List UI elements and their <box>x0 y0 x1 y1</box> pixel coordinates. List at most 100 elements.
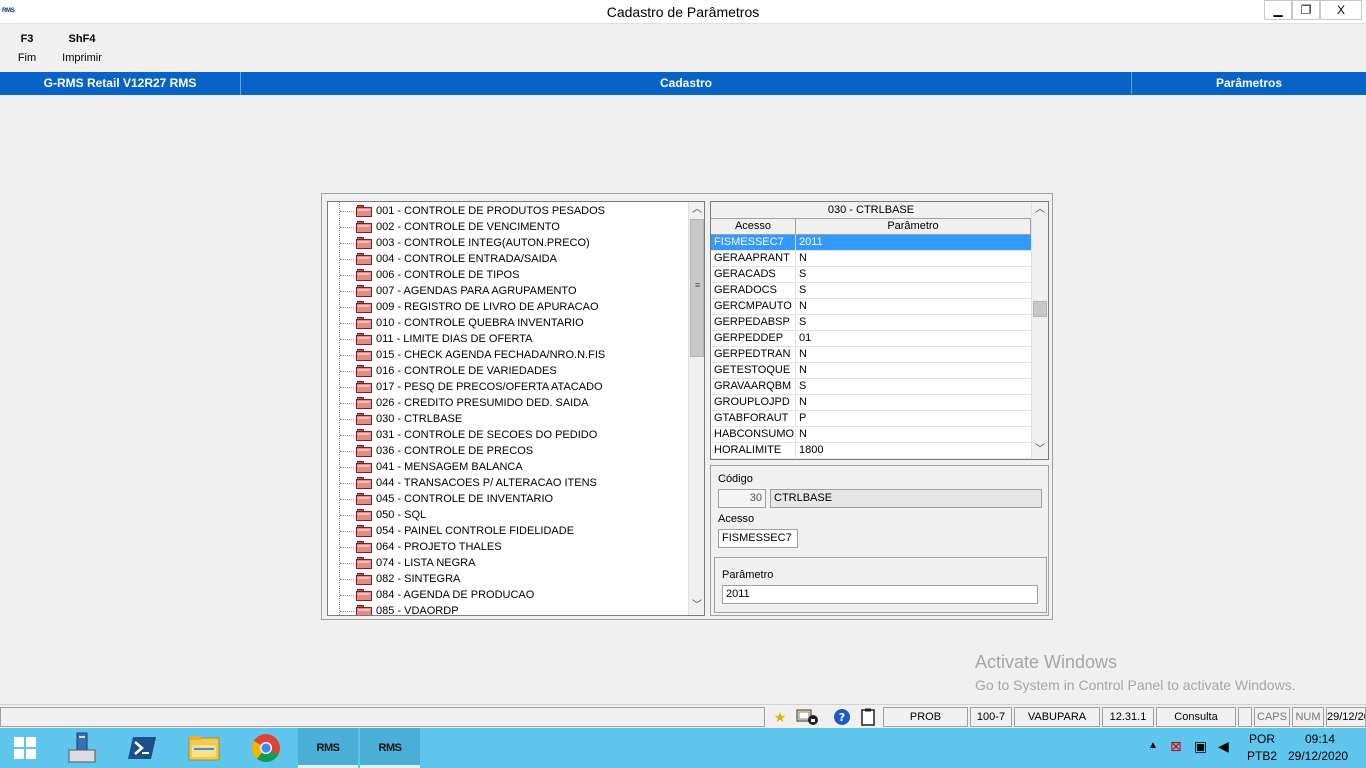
grid-scroll-thumb[interactable] <box>1033 301 1047 317</box>
tree-item[interactable]: 084 - AGENDA DE PRODUCAO <box>328 587 688 603</box>
tree-item-label: 007 - AGENDAS PARA AGRUPAMENTO <box>376 285 577 297</box>
tree-item[interactable]: 082 - SINTEGRA <box>328 571 688 587</box>
tree-item[interactable]: 003 - CONTROLE INTEG(AUTON.PRECO) <box>328 235 688 251</box>
table-row[interactable]: HABCONSUMO N <box>711 427 1031 443</box>
tree-item[interactable]: 050 - SQL <box>328 507 688 523</box>
activation-watermark-text: Go to System in Control Panel to activat… <box>975 677 1296 693</box>
folder-icon <box>356 589 372 601</box>
grid-scrollbar[interactable]: ︿ ﹀ <box>1031 202 1048 459</box>
window-title: Cadastro de Parâmetros <box>606 4 760 20</box>
tree-item[interactable]: 064 - PROJETO THALES <box>328 539 688 555</box>
tree-item[interactable]: 085 - VDAORDP <box>328 603 688 615</box>
tree-item-label: 011 - LIMITE DIAS DE OFERTA <box>376 333 533 345</box>
cell-acesso: HORALIMITE <box>711 443 796 459</box>
table-row[interactable]: GERACADS S <box>711 267 1031 283</box>
tree-item[interactable]: 004 - CONTROLE ENTRADA/SAIDA <box>328 251 688 267</box>
rms-logo: RMS <box>316 742 340 754</box>
keyboard-layout[interactable]: PTB2 <box>1247 749 1277 763</box>
tree-item[interactable]: 017 - PESQ DE PRECOS/OFERTA ATACADO <box>328 379 688 395</box>
cell-parametro: S <box>799 284 807 296</box>
acesso-field[interactable]: FISMESSEC7 <box>718 529 798 548</box>
title-bar: RMS Cadastro de Parâmetros ▁ ❐ X <box>0 0 1366 24</box>
scroll-up-icon[interactable]: ︿ <box>1032 202 1048 218</box>
tree-item[interactable]: 006 - CONTROLE DE TIPOS <box>328 267 688 283</box>
star-icon[interactable]: ★ <box>770 708 790 726</box>
minimize-button[interactable]: ▁ <box>1264 0 1292 20</box>
folder-icon <box>356 477 372 489</box>
taskbar-rms-1[interactable]: RMS <box>298 728 358 768</box>
tree-item[interactable]: 011 - LIMITE DIAS DE OFERTA <box>328 331 688 347</box>
server-manager-icon[interactable] <box>52 728 112 768</box>
monitor-lock-icon[interactable] <box>795 708 821 726</box>
grid-rows: FISMESSEC7 2011 GERAAPRANT N GERACADS S GERADO… <box>711 235 1031 459</box>
close-button[interactable]: X <box>1320 0 1362 20</box>
tray-chevron-icon[interactable]: ▲ <box>1148 740 1158 751</box>
chrome-icon[interactable] <box>236 728 296 768</box>
tree-item[interactable]: 054 - PAINEL CONTROLE FIDELIDADE <box>328 523 688 539</box>
codigo-label: Código <box>718 473 753 485</box>
tree-item[interactable]: 015 - CHECK AGENDA FECHADA/NRO.N.FIS <box>328 347 688 363</box>
volume-muted-icon[interactable]: ◀ <box>1218 738 1229 755</box>
fkey-code: F3 <box>20 33 34 45</box>
cell-parametro: S <box>799 316 807 328</box>
tree-item[interactable]: 031 - CONTROLE DE SECOES DO PEDIDO <box>328 427 688 443</box>
taskbar-rms-2[interactable]: RMS <box>360 728 420 768</box>
column-header-acesso[interactable]: Acesso <box>711 219 796 235</box>
clipboard-icon[interactable] <box>858 708 878 726</box>
cell-parametro: 1800 <box>799 444 824 456</box>
table-row[interactable]: GERPEDABSP S <box>711 315 1031 331</box>
parametro-group: Parâmetro 2011 <box>714 557 1047 613</box>
network-icon[interactable]: ▣ <box>1194 738 1207 755</box>
powershell-icon[interactable] <box>112 728 172 768</box>
table-row[interactable]: FISMESSEC7 2011 <box>711 235 1031 251</box>
scroll-up-icon[interactable]: ︿ <box>689 202 704 218</box>
cell-acesso: GROUPLOJPD <box>711 395 796 411</box>
start-icon[interactable] <box>0 728 50 768</box>
tree-item[interactable]: 045 - CONTROLE DE INVENTARIO <box>328 491 688 507</box>
tree-scrollbar[interactable]: ︿ ≡ ﹀ <box>688 202 704 615</box>
table-row[interactable]: GTABFORAUT P <box>711 411 1031 427</box>
shf4-imprimir-button[interactable]: ShF4 Imprimir <box>56 33 108 64</box>
table-row[interactable]: GROUPLOJPD N <box>711 395 1031 411</box>
help-icon[interactable]: ? <box>832 708 852 726</box>
table-row[interactable]: GERCMPAUTO N <box>711 299 1031 315</box>
network-error-icon[interactable]: ⊠ <box>1170 738 1182 755</box>
table-row[interactable]: GERAAPRANT N <box>711 251 1031 267</box>
tree-item[interactable]: 010 - CONTROLE QUEBRA INVENTARIO <box>328 315 688 331</box>
parametro-field[interactable]: 2011 <box>722 585 1038 604</box>
tree-item[interactable]: 044 - TRANSACOES P/ ALTERACAO ITENS <box>328 475 688 491</box>
tree-item[interactable]: 016 - CONTROLE DE VARIEDADES <box>328 363 688 379</box>
table-row[interactable]: GERPEDTRAN N <box>711 347 1031 363</box>
f3-fim-button[interactable]: F3 Fim <box>12 33 42 64</box>
parameter-group-tree[interactable]: 001 - CONTROLE DE PRODUTOS PESADOS 002 - … <box>327 201 705 616</box>
tree-item[interactable]: 036 - CONTROLE DE PRECOS <box>328 443 688 459</box>
table-row[interactable]: GERPEDDEP 01 <box>711 331 1031 347</box>
status-user: VABUPARA <box>1014 707 1100 727</box>
tree-item[interactable]: 074 - LISTA NEGRA <box>328 555 688 571</box>
language-code[interactable]: POR <box>1249 732 1275 746</box>
folder-icon <box>356 445 372 457</box>
maximize-button[interactable]: ❐ <box>1292 0 1320 20</box>
tree-item[interactable]: 026 - CREDITO PRESUMIDO DED. SAIDA <box>328 395 688 411</box>
scroll-down-icon[interactable]: ﹀ <box>1032 442 1048 458</box>
table-row[interactable]: HORALIMITE 1800 <box>711 443 1031 459</box>
clock-time[interactable]: 09:14 <box>1305 732 1335 746</box>
cell-acesso: GERADOCS <box>711 283 796 299</box>
file-explorer-icon[interactable] <box>174 728 234 768</box>
folder-icon <box>356 557 372 569</box>
tree-item[interactable]: 030 - CTRLBASE <box>328 411 688 427</box>
clock-date[interactable]: 29/12/2020 <box>1288 749 1348 763</box>
tree-item[interactable]: 007 - AGENDAS PARA AGRUPAMENTO <box>328 283 688 299</box>
tree-item[interactable]: 041 - MENSAGEM BALANCA <box>328 459 688 475</box>
tree-item[interactable]: 002 - CONTROLE DE VENCIMENTO <box>328 219 688 235</box>
tree-scroll-thumb[interactable]: ≡ <box>690 219 704 357</box>
table-row[interactable]: GERADOCS S <box>711 283 1031 299</box>
column-header-parametro[interactable]: Parâmetro <box>796 219 1031 235</box>
windows-logo-svg <box>14 737 36 759</box>
table-row[interactable]: GETESTOQUE N <box>711 363 1031 379</box>
tree-item[interactable]: 009 - REGISTRO DE LIVRO DE APURACAO <box>328 299 688 315</box>
table-row[interactable]: GRAVAARQBM S <box>711 379 1031 395</box>
tree-item[interactable]: 001 - CONTROLE DE PRODUTOS PESADOS <box>328 203 688 219</box>
scroll-down-icon[interactable]: ﹀ <box>689 598 704 614</box>
folder-icon <box>356 509 372 521</box>
